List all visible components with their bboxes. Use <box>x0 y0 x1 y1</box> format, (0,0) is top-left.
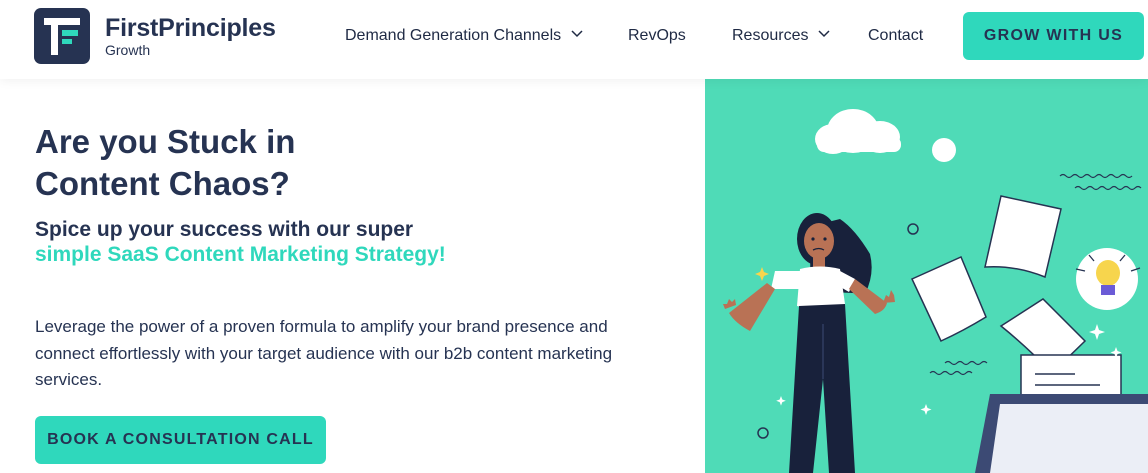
nav-item-demand-generation[interactable]: Demand Generation Channels <box>345 26 583 46</box>
nav-item-revops[interactable]: RevOps <box>628 26 686 46</box>
lightbulb-icon <box>1075 248 1141 310</box>
site-header: FirstPrinciples Growth Demand Generation… <box>0 0 1148 79</box>
headline-line-1: Are you Stuck in <box>35 123 296 160</box>
nav-label: Demand Generation Channels <box>345 27 562 44</box>
nav-item-resources[interactable]: Resources <box>732 26 831 46</box>
headline-line-2: Content Chaos? <box>35 165 290 202</box>
laptop-icon <box>975 394 1148 473</box>
paper-sheet-icon <box>910 195 1087 375</box>
hero-subheadline-highlight: simple SaaS Content Marketing Strategy! <box>35 243 446 266</box>
book-consultation-button[interactable]: BOOK A CONSULTATION CALL <box>35 416 326 464</box>
brand-logo[interactable]: FirstPrinciples Growth <box>34 8 276 64</box>
ring-icon <box>757 427 769 439</box>
hero-headline: Are you Stuck in Content Chaos? <box>35 121 455 205</box>
sparkle-icon <box>755 267 769 281</box>
brand-name: FirstPrinciples <box>105 13 276 42</box>
hero-illustration <box>705 79 1148 473</box>
nav-label: Resources <box>732 27 809 44</box>
nav-label: Contact <box>868 27 924 44</box>
ring-icon <box>907 223 919 235</box>
nav-label: RevOps <box>628 27 686 44</box>
cloud-icon <box>815 109 901 154</box>
brand-tagline: Growth <box>105 41 151 58</box>
logo-mark-icon <box>34 8 90 64</box>
hero-subheadline: Spice up your success with our super <box>35 218 414 241</box>
character-illustration <box>723 213 895 473</box>
hero-body-text: Leverage the power of a proven formula t… <box>35 317 613 389</box>
bubble-icon <box>932 138 956 162</box>
chevron-down-icon <box>818 30 831 38</box>
chevron-down-icon <box>571 30 583 38</box>
nav-item-contact[interactable]: Contact <box>868 26 923 46</box>
grow-with-us-button[interactable]: GROW WITH US <box>963 12 1144 60</box>
